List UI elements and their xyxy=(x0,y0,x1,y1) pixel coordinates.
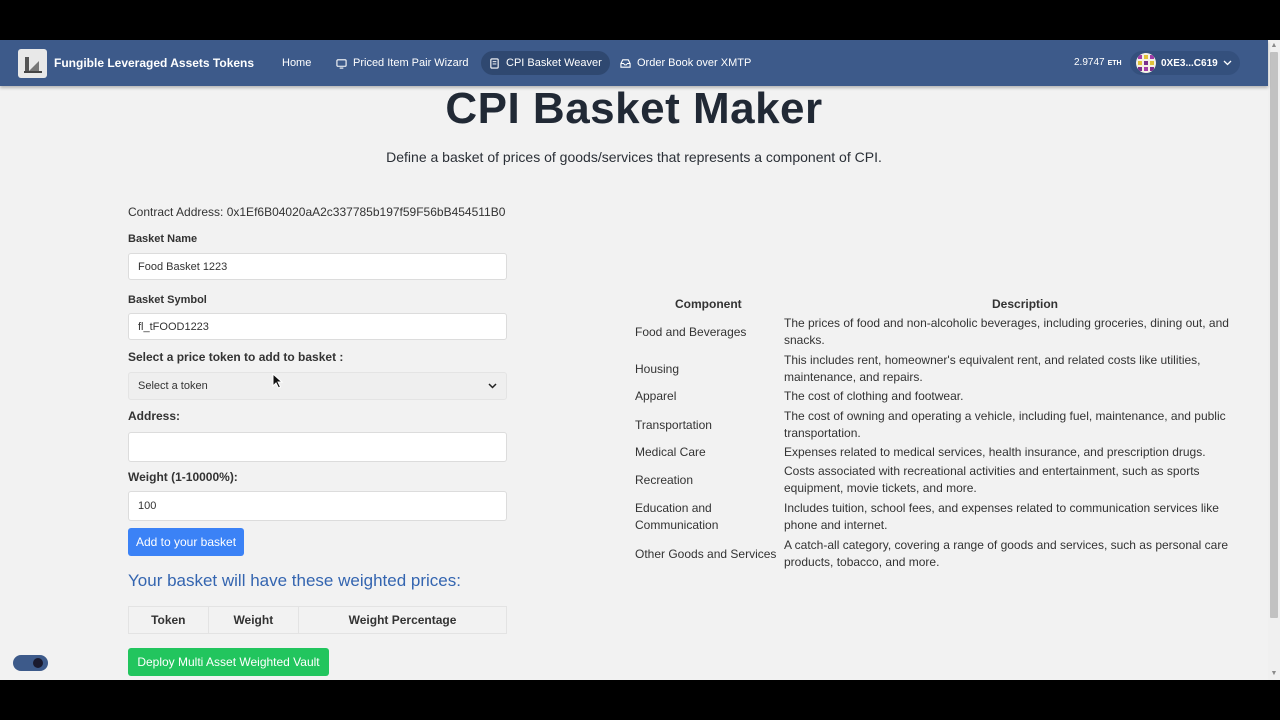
cpi-component: Education and Communication xyxy=(635,501,719,532)
contract-address: Contract Address: 0x1Ef6B04020aA2c337785… xyxy=(128,205,506,219)
basket-symbol-label: Basket Symbol xyxy=(128,294,207,306)
column-header-weight: Weight xyxy=(209,607,300,633)
page-title: CPI Basket Maker xyxy=(445,84,823,133)
cpi-component: Housing xyxy=(635,361,680,376)
column-header-token: Token xyxy=(129,607,209,633)
chevron-down-icon xyxy=(1223,60,1232,66)
weight-label: Weight (1-10000%): xyxy=(128,470,238,484)
cpi-component: Food and Beverages xyxy=(635,324,747,339)
wizard-icon xyxy=(336,58,347,69)
document-icon xyxy=(490,57,499,69)
browser-viewport: Fungible Leveraged Assets Tokens Home Pr… xyxy=(0,40,1280,680)
cpi-description: Costs associated with recreational activ… xyxy=(784,464,1200,495)
basket-symbol-input[interactable]: fl_tFOOD1223 xyxy=(128,313,507,340)
cpi-description: The cost of clothing and footwear. xyxy=(784,389,964,403)
basket-name-input[interactable]: Food Basket 1223 xyxy=(128,253,507,280)
account-button[interactable]: 0XE3...C619 xyxy=(1130,51,1240,75)
cpi-description: This includes rent, homeowner's equivale… xyxy=(784,353,1201,384)
token-select[interactable]: Select a token xyxy=(128,372,507,400)
token-select-label: Select a price token to add to basket : xyxy=(128,350,344,364)
nav-wizard-label: Priced Item Pair Wizard xyxy=(353,57,469,69)
column-header-weight-percentage: Weight Percentage xyxy=(348,613,457,627)
cpi-component: Apparel xyxy=(635,389,677,403)
app-logo[interactable] xyxy=(18,49,47,78)
basket-name-label: Basket Name xyxy=(128,233,198,245)
eth-balance: 2.9747 ETH xyxy=(1074,57,1122,68)
scroll-up-arrow-icon[interactable]: ▲ xyxy=(1270,42,1278,50)
nav-home[interactable]: Home xyxy=(274,51,319,75)
cpi-description: The cost of owning and operating a vehic… xyxy=(784,409,1226,440)
theme-toggle[interactable] xyxy=(13,655,48,671)
identicon-icon xyxy=(1136,53,1156,73)
account-address: 0XE3...C619 xyxy=(1161,57,1218,69)
inbox-icon xyxy=(620,58,631,68)
logo-icon xyxy=(23,56,42,73)
scrollbar-thumb[interactable] xyxy=(1270,52,1278,618)
address-label: Address: xyxy=(128,409,181,423)
chevron-down-icon xyxy=(488,383,497,389)
nav-home-label: Home xyxy=(282,57,312,69)
address-input[interactable] xyxy=(128,432,507,462)
cpi-description: Includes tuition, school fees, and expen… xyxy=(784,501,1219,532)
account-avatar xyxy=(1136,53,1156,73)
cpi-description: The prices of food and non-alcoholic bev… xyxy=(784,316,1229,347)
basket-heading: Your basket will have these weighted pri… xyxy=(128,571,461,590)
deploy-vault-button[interactable]: Deploy Multi Asset Weighted Vault xyxy=(128,648,329,676)
toggle-knob xyxy=(33,658,43,668)
balance-value: 2.9747 xyxy=(1074,57,1105,68)
nav-cpi-basket-weaver[interactable]: CPI Basket Weaver xyxy=(481,51,610,75)
add-to-basket-button[interactable]: Add to your basket xyxy=(128,528,244,556)
nav-order-book-label: Order Book over XMTP xyxy=(637,57,752,69)
cpi-description: Expenses related to medical services, he… xyxy=(784,445,1206,459)
navbar: Fungible Leveraged Assets Tokens Home Pr… xyxy=(0,40,1268,86)
cpi-component: Recreation xyxy=(635,472,694,487)
mouse-cursor-icon xyxy=(272,373,284,389)
page-subtitle: Define a basket of prices of goods/servi… xyxy=(386,149,882,165)
nav-cpi-label: CPI Basket Weaver xyxy=(506,57,602,69)
weighted-prices-table-header: Token Weight Weight Percentage xyxy=(128,606,507,634)
nav-priced-item-pair-wizard[interactable]: Priced Item Pair Wizard xyxy=(328,51,477,75)
cpi-component: Other Goods and Services xyxy=(635,546,777,561)
balance-unit: ETH xyxy=(1107,60,1122,67)
weight-input[interactable]: 100 xyxy=(128,491,507,521)
token-select-value: Select a token xyxy=(138,380,208,392)
cpi-header-component: Component xyxy=(675,297,742,311)
cpi-component: Transportation xyxy=(635,417,712,432)
cpi-header-description: Description xyxy=(992,297,1059,311)
brand-title[interactable]: Fungible Leveraged Assets Tokens xyxy=(54,56,254,70)
scroll-down-arrow-icon[interactable]: ▼ xyxy=(1270,670,1278,678)
page-scrollbar[interactable]: ▲ ▼ xyxy=(1268,40,1280,680)
nav-order-book[interactable]: Order Book over XMTP xyxy=(612,51,759,75)
cpi-description: A catch-all category, covering a range o… xyxy=(784,538,1229,569)
cpi-component: Medical Care xyxy=(635,445,706,459)
